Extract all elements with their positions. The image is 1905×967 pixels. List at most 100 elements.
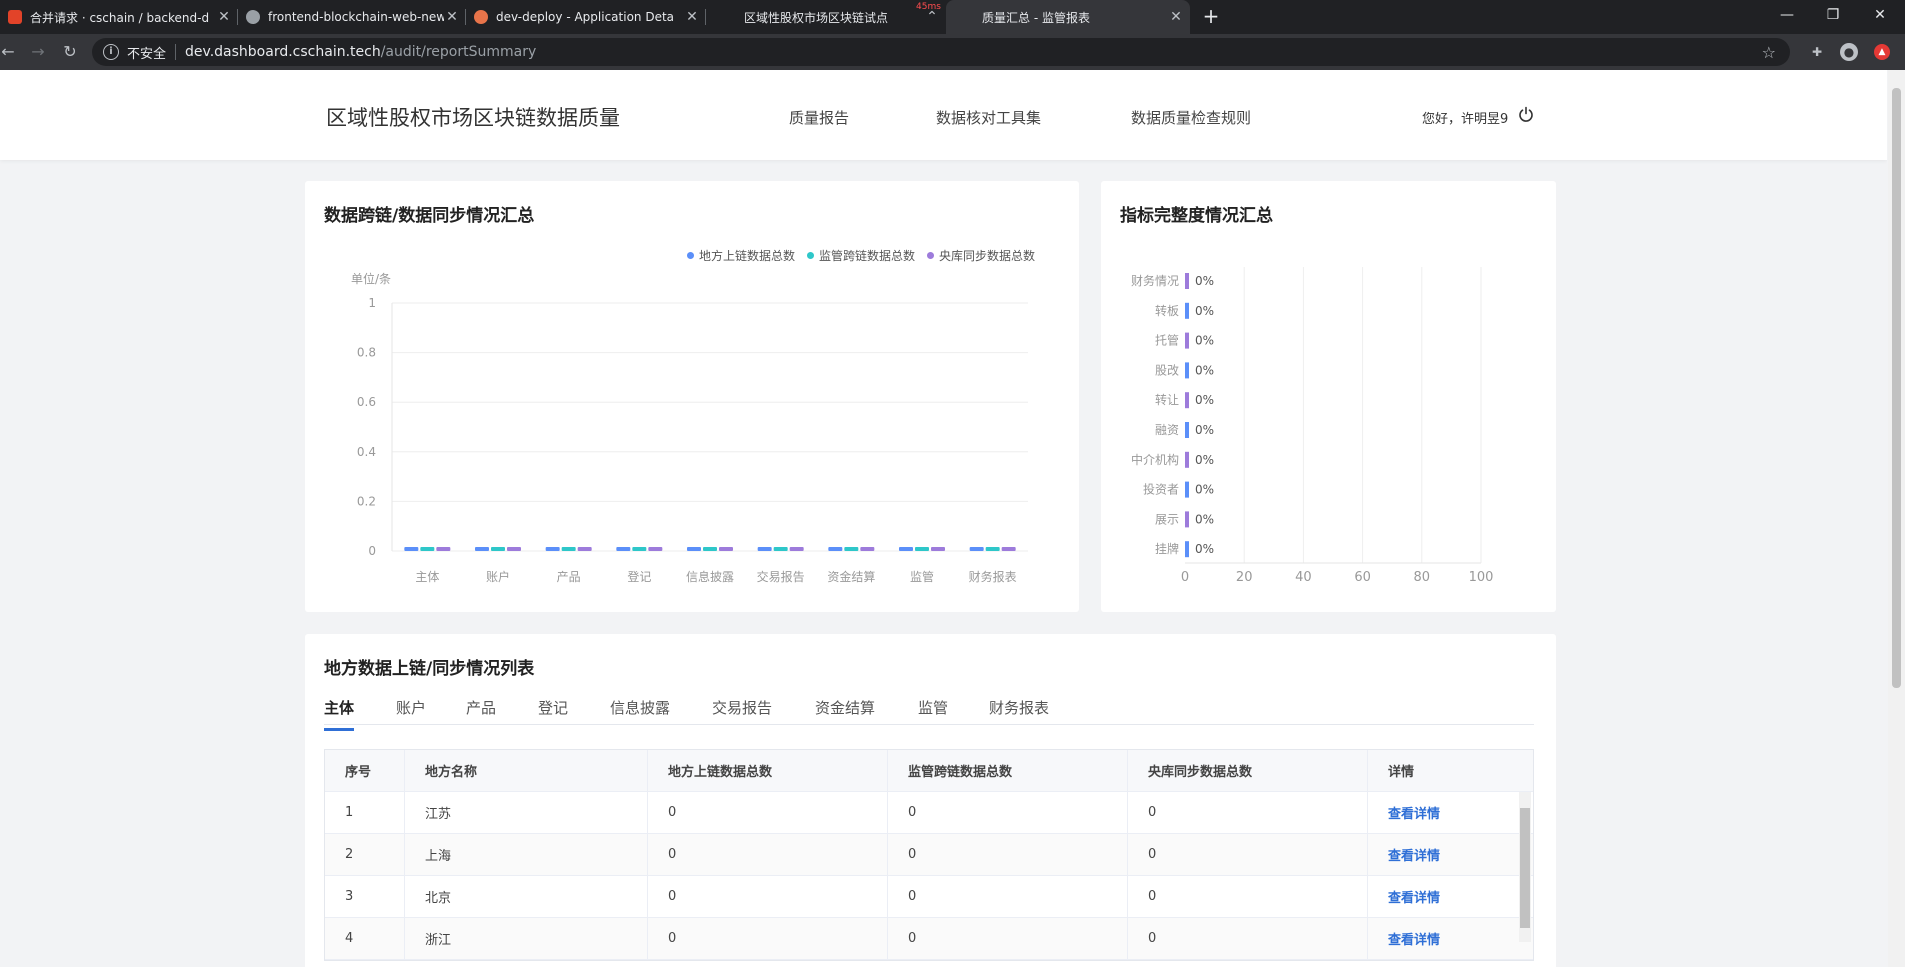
site-brand-title: 区域性股权市场区块链数据质量	[326, 106, 620, 130]
back-icon[interactable]: ←	[0, 42, 18, 62]
bar-value-label: 0%	[1195, 363, 1214, 377]
local-chain-count: 0	[648, 834, 888, 875]
col-header: 地方上链数据总数	[648, 750, 888, 791]
col-header: 监管跨链数据总数	[888, 750, 1128, 791]
table-row: 1 江苏 0 0 0 查看详情	[325, 792, 1533, 834]
site-header: 区域性股权市场区块链数据质量 质量报告 数据核对工具集 数据质量检查规则 您好，…	[0, 70, 1887, 160]
browser-tab-2[interactable]: frontend-blockchain-web-new ✕	[238, 0, 466, 34]
bar	[1185, 273, 1189, 289]
address-bar: ← → ↻ i 不安全 dev.dashboard.cschain.tech/a…	[0, 34, 1905, 70]
central-sync-count: 0	[1128, 792, 1368, 833]
x-tick-label: 100	[1469, 570, 1494, 585]
minimize-button[interactable]: —	[1764, 0, 1810, 30]
category-tabs: 主体 账户 产品 登记 信息披露 交易报告 资金结算 监管 财务报表	[324, 689, 1534, 731]
tab-supervision[interactable]: 监管	[918, 697, 948, 728]
tab-subject[interactable]: 主体	[324, 697, 355, 731]
browser-tab-5-active[interactable]: 质量汇总 - 监管报表 ✕	[946, 0, 1190, 34]
close-icon[interactable]: ✕	[444, 9, 460, 25]
restore-button[interactable]: ❐	[1810, 0, 1856, 30]
forward-icon[interactable]: →	[28, 42, 48, 62]
bar	[703, 547, 717, 551]
table-scrollbar[interactable]	[1519, 792, 1531, 942]
browser-tab-3[interactable]: dev-deploy - Application Deta ✕	[466, 0, 706, 34]
bar	[507, 547, 521, 551]
bar	[1185, 362, 1189, 379]
ping-indicator: 45ms	[916, 2, 941, 12]
scrollbar-thumb[interactable]	[1892, 88, 1901, 688]
bookmark-star-icon[interactable]: ☆	[1762, 43, 1776, 62]
x-tick-label: 交易报告	[757, 569, 805, 584]
y-tick-label: 托管	[1155, 333, 1179, 348]
table-row: 3 北京 0 0 0 查看详情	[325, 876, 1533, 918]
info-icon[interactable]: i	[103, 44, 119, 60]
tab-product[interactable]: 产品	[466, 697, 496, 728]
close-icon[interactable]: ✕	[1168, 9, 1184, 25]
gitlab-icon	[8, 10, 22, 24]
bar	[985, 547, 1000, 551]
y-tick-label: 转让	[1155, 392, 1179, 407]
bar	[1185, 332, 1189, 349]
x-tick-label: 40	[1295, 570, 1312, 585]
tab-disclosure[interactable]: 信息披露	[610, 697, 670, 728]
table-header-row: 序号 地方名称 地方上链数据总数 监管跨链数据总数 央库同步数据总数 详情	[325, 750, 1533, 792]
y-tick-label: 展示	[1155, 512, 1179, 526]
tab-financial[interactable]: 财务报表	[989, 697, 1049, 728]
bar	[844, 547, 859, 551]
page-content: 区域性股权市场区块链数据质量 质量报告 数据核对工具集 数据质量检查规则 您好，…	[0, 70, 1887, 967]
url-field[interactable]: i 不安全 dev.dashboard.cschain.tech/audit/r…	[92, 38, 1790, 66]
table-section-title: 地方数据上链/同步情况列表	[324, 659, 535, 679]
bar-value-label: 0%	[1195, 512, 1214, 526]
x-tick-label: 账户	[486, 569, 510, 584]
y-tick-label: 融资	[1155, 423, 1179, 437]
y-tick-label: 财务情况	[1131, 273, 1179, 288]
tab-account[interactable]: 账户	[396, 697, 426, 728]
bar-value-label: 0%	[1195, 393, 1214, 407]
bar	[1185, 422, 1189, 438]
central-sync-count: 0	[1128, 918, 1368, 959]
view-details-link[interactable]: 查看详情	[1388, 929, 1440, 948]
bar	[860, 547, 875, 551]
bar	[616, 547, 631, 551]
close-window-button[interactable]: ✕	[1857, 0, 1903, 30]
tab-title: dev-deploy - Application Deta	[496, 10, 675, 24]
cross-chain-count: 0	[888, 792, 1128, 833]
x-tick-label: 财务报表	[969, 569, 1017, 584]
y-tick-label: 0	[368, 544, 376, 558]
table-card: 地方数据上链/同步情况列表 主体 账户 产品 登记 信息披露 交易报告 资金结算…	[305, 634, 1556, 967]
bar	[1185, 511, 1189, 528]
extensions-puzzle-icon[interactable]: ✚	[1808, 43, 1826, 61]
col-header: 央库同步数据总数	[1128, 750, 1368, 791]
bar	[915, 547, 929, 551]
bar	[687, 547, 701, 551]
nav-data-check-tools[interactable]: 数据核对工具集	[936, 107, 1041, 128]
url-host: dev.dashboard.cschain.tech	[185, 44, 381, 60]
close-icon[interactable]: ✕	[684, 9, 700, 25]
bar	[1185, 481, 1189, 498]
tab-title: 合并请求 · cschain / backend-d	[30, 10, 210, 25]
view-details-link[interactable]: 查看详情	[1388, 887, 1440, 906]
bar	[773, 547, 788, 551]
power-logout-icon[interactable]	[1518, 106, 1534, 122]
view-details-link[interactable]: 查看详情	[1388, 845, 1440, 864]
tab-settlement[interactable]: 资金结算	[815, 697, 875, 728]
extension-red-icon[interactable]: ▲	[1874, 44, 1890, 60]
y-tick-label: 挂牌	[1155, 542, 1179, 556]
page-scrollbar[interactable]	[1888, 70, 1905, 967]
x-tick-label: 产品	[557, 570, 581, 584]
y-tick-label: 1	[368, 296, 376, 310]
y-tick-label: 投资者	[1143, 482, 1179, 497]
bar	[475, 547, 489, 551]
close-icon[interactable]: ✕	[216, 9, 232, 25]
tab-registration[interactable]: 登记	[538, 697, 568, 728]
browser-tab-4[interactable]: 区域性股权市场区块链试点 ⌃	[706, 0, 946, 34]
nav-quality-report[interactable]: 质量报告	[789, 107, 849, 128]
nav-quality-rules[interactable]: 数据质量检查规则	[1131, 107, 1251, 128]
reload-icon[interactable]: ↻	[60, 42, 80, 62]
browser-tab-1[interactable]: 合并请求 · cschain / backend-d ✕	[0, 0, 238, 34]
view-details-link[interactable]: 查看详情	[1388, 803, 1440, 822]
tab-trade-report[interactable]: 交易报告	[712, 697, 772, 728]
new-tab-button[interactable]: +	[1200, 6, 1222, 28]
cross-chain-count: 0	[888, 918, 1128, 959]
profile-avatar-icon[interactable]: ●	[1840, 43, 1858, 61]
bar	[577, 547, 592, 551]
